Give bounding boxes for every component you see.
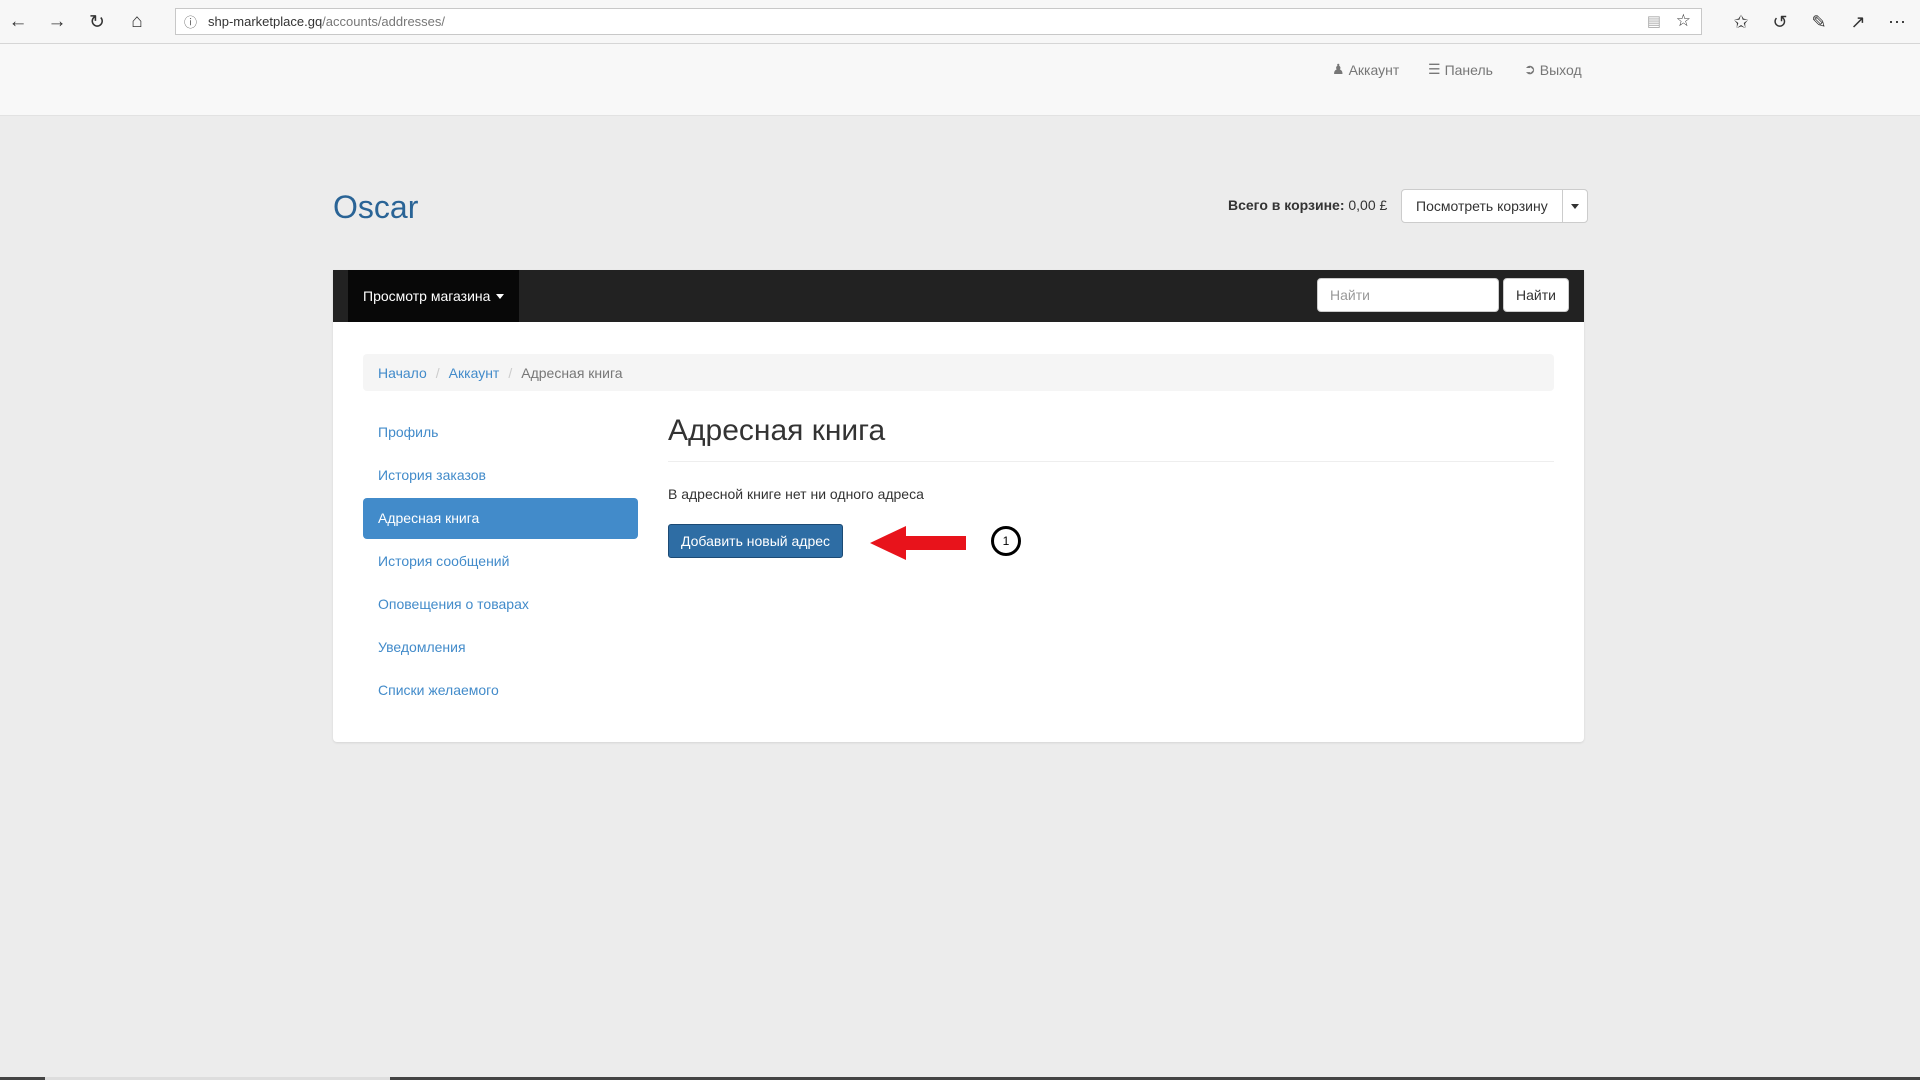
- basket-total: Всего в корзине: 0,00 £: [1228, 197, 1387, 213]
- breadcrumb-separator: /: [508, 364, 513, 381]
- add-address-button[interactable]: Добавить новый адрес: [668, 524, 844, 558]
- annotation-arrow-icon: [870, 526, 966, 560]
- address-bar[interactable]: ⓘ shp-marketplace.gq/accounts/addresses/…: [175, 8, 1702, 35]
- sidebar-item-order-history[interactable]: История заказов: [363, 455, 638, 496]
- basket-total-label: Всего в корзине:: [1228, 197, 1345, 213]
- step-number-badge: 1: [991, 526, 1021, 556]
- view-basket-button-group: Посмотреть корзину: [1401, 189, 1588, 223]
- history-icon[interactable]: ↺: [1767, 9, 1793, 35]
- url-text: shp-marketplace.gq/accounts/addresses/: [208, 14, 446, 29]
- page-container: Просмотр магазина Найти Начало / Аккаунт…: [333, 270, 1584, 742]
- dashboard-link[interactable]: ☰ Панель: [1428, 61, 1493, 78]
- browse-store-label: Просмотр магазина: [363, 288, 491, 304]
- sidebar-item-wishlists[interactable]: Списки желаемого: [363, 670, 638, 711]
- sidebar-item-address-book[interactable]: Адресная книга: [363, 498, 638, 539]
- sidebar-item-email-history[interactable]: История сообщений: [363, 541, 638, 582]
- account-link[interactable]: ♟ Аккаунт: [1332, 61, 1399, 78]
- breadcrumb: Начало / Аккаунт / Адресная книга: [363, 354, 1554, 391]
- caret-down-icon: [496, 293, 505, 299]
- favorites-icon[interactable]: ✩: [1728, 9, 1754, 35]
- info-icon[interactable]: ⓘ: [184, 12, 200, 31]
- dashboard-link-label: Панель: [1444, 61, 1493, 78]
- logout-link[interactable]: ➲ Выход: [1524, 61, 1582, 78]
- browse-store-dropdown[interactable]: Просмотр магазина: [348, 270, 520, 322]
- title-divider: [668, 461, 1554, 462]
- search-input[interactable]: [1317, 278, 1499, 312]
- breadcrumb-current: Адресная книга: [521, 364, 623, 381]
- view-basket-button[interactable]: Посмотреть корзину: [1402, 190, 1563, 222]
- logout-link-label: Выход: [1539, 61, 1582, 78]
- brand-logo[interactable]: Oscar: [333, 189, 418, 226]
- home-icon[interactable]: ⌂: [124, 9, 150, 35]
- browser-toolbar: ← → ↻ ⌂ ⓘ shp-marketplace.gq/accounts/ad…: [0, 0, 1920, 44]
- page-title: Адресная книга: [668, 414, 886, 447]
- top-account-bar: [0, 44, 1920, 116]
- sidebar-item-notifications[interactable]: Уведомления: [363, 627, 638, 668]
- breadcrumb-home[interactable]: Начало: [378, 365, 427, 381]
- basket-total-value: 0,00 £: [1348, 197, 1388, 213]
- reader-icon[interactable]: ▤: [1647, 12, 1661, 30]
- share-icon[interactable]: ↗: [1845, 9, 1871, 35]
- caret-down-icon: [1570, 203, 1579, 209]
- forward-icon[interactable]: →: [44, 9, 70, 35]
- sidebar-item-product-alerts[interactable]: Оповещения о товарах: [363, 584, 638, 625]
- pen-icon[interactable]: ✎: [1806, 9, 1832, 35]
- search-button[interactable]: Найти: [1503, 278, 1569, 312]
- breadcrumb-account[interactable]: Аккаунт: [449, 365, 500, 381]
- more-icon[interactable]: ⋯: [1884, 9, 1910, 35]
- back-icon[interactable]: ←: [5, 9, 31, 35]
- sidebar-item-profile[interactable]: Профиль: [363, 412, 638, 453]
- user-icon: ♟: [1332, 61, 1345, 77]
- refresh-icon[interactable]: ↻: [84, 9, 110, 35]
- primary-navbar: Просмотр магазина Найти: [333, 270, 1584, 322]
- list-icon: ☰: [1428, 61, 1441, 77]
- breadcrumb-separator: /: [435, 364, 440, 381]
- logout-icon: ➲: [1524, 61, 1536, 77]
- basket-dropdown-toggle[interactable]: [1563, 190, 1587, 222]
- empty-address-message: В адресной книге нет ни одного адреса: [668, 486, 924, 502]
- star-icon[interactable]: ☆: [1676, 11, 1691, 31]
- account-link-label: Аккаунт: [1348, 61, 1400, 78]
- account-sidebar: Профиль История заказов Адресная книга И…: [363, 412, 638, 713]
